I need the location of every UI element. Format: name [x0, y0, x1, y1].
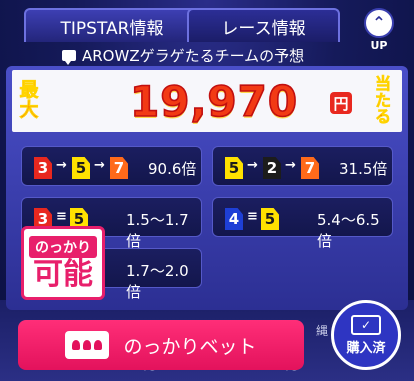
equal-icon: ≡ [56, 209, 67, 224]
bet-card[interactable]: 5 → 2 → 7 31.5倍 [212, 146, 393, 186]
boat-chip-black: 2 [263, 157, 281, 179]
prediction-title-text: AROWZゲラゲたるチームの予想 [82, 46, 305, 65]
nokkari-bet-button[interactable]: のっかりベット [18, 320, 304, 370]
prize-label-char: 最 [19, 79, 39, 102]
ticket-check-icon: ✓ [351, 314, 381, 335]
boat-chip-blue: 4 [225, 208, 243, 230]
boat-chip-orange: 7 [301, 157, 319, 179]
ticket-icon [65, 331, 110, 359]
double-chevron-up-icon: ⌃ [364, 8, 394, 38]
bet-card[interactable]: 3 → 5 → 7 90.6倍 [21, 146, 202, 186]
prize-amount: 19,970 [129, 76, 299, 127]
up-label: UP [370, 39, 388, 52]
bet-odds: 90.6倍 [148, 160, 197, 178]
chat-icon [62, 49, 76, 65]
prize-label-max: 最 大 [16, 72, 42, 130]
purchased-label: 購入済 [346, 340, 386, 356]
boat-chip-red: 3 [34, 157, 52, 179]
badge-bottom-text: 可能 [33, 256, 93, 292]
background-text: 縄 [316, 324, 329, 338]
prize-label-win: 当 た る [370, 72, 396, 130]
arrow-right-icon: → [285, 158, 296, 173]
bet-odds: 1.7〜2.0倍 [126, 262, 189, 301]
nokkari-possible-badge: のっかり 可能 [21, 226, 105, 300]
bet-odds: 31.5倍 [339, 160, 388, 178]
badge-top-text: のっかり [29, 235, 97, 258]
tab-race-info[interactable]: レース情報 [187, 8, 340, 42]
arrow-right-icon: → [94, 158, 105, 173]
boat-chip-yellow: 5 [72, 157, 90, 179]
prize-label-char: 大 [19, 99, 39, 121]
prize-unit: 円 [330, 92, 352, 114]
boat-chip-yellow: 5 [225, 157, 243, 179]
nokkari-bet-label: のっかりベット [123, 335, 257, 358]
scroll-up-button[interactable]: ⌃ UP [360, 8, 398, 54]
prediction-title: AROWZゲラゲたるチームの予想 [62, 44, 304, 66]
bet-odds: 1.5〜1.7倍 [126, 211, 189, 250]
bet-odds: 5.4〜6.5倍 [317, 211, 380, 250]
prize-label-char: る [374, 107, 392, 127]
tab-tipstar-info[interactable]: TIPSTAR情報 [24, 8, 200, 42]
boat-chip-yellow: 5 [261, 208, 279, 230]
purchased-button[interactable]: ✓ 購入済 [331, 300, 401, 370]
boat-chip-orange: 7 [110, 157, 128, 179]
equal-icon: ≡ [247, 209, 258, 224]
arrow-right-icon: → [247, 158, 258, 173]
arrow-right-icon: → [56, 158, 67, 173]
bet-card[interactable]: 4 ≡ 5 5.4〜6.5倍 [212, 197, 393, 250]
